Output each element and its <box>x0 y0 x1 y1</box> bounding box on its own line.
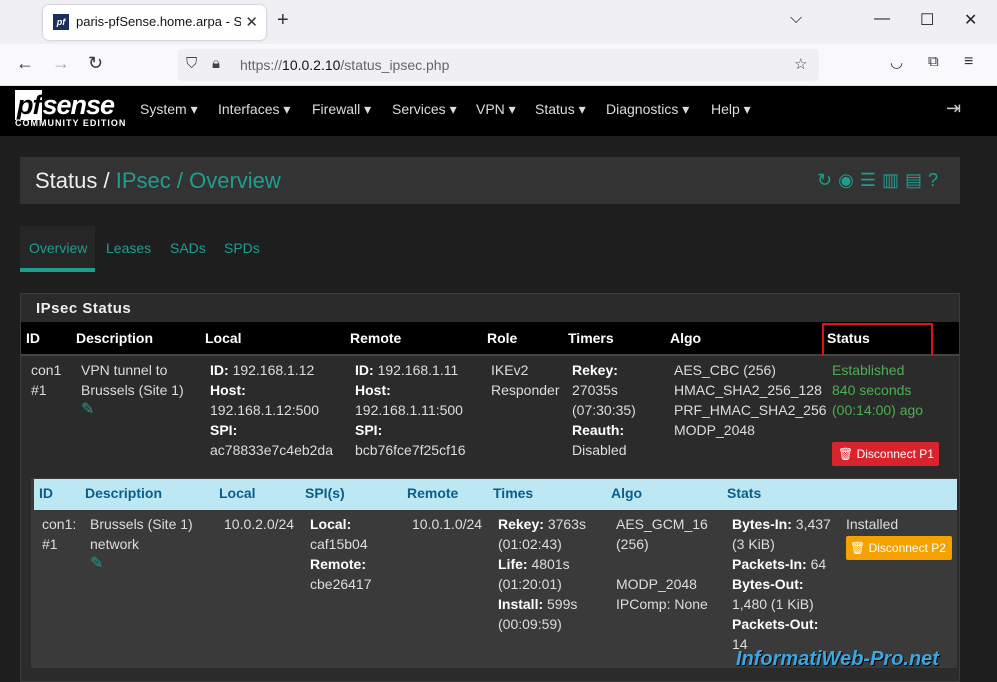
shield-icon[interactable]: ⛉ <box>186 55 197 72</box>
pencil-edit-icon[interactable]: ✎ <box>81 400 184 420</box>
tab-leases[interactable]: Leases <box>106 240 151 256</box>
p2-spi: Local: caf15b04 Remote: cbe26417 <box>310 516 372 592</box>
back-icon[interactable]: ← <box>16 53 34 74</box>
browser-tab[interactable]: pf paris-pfSense.home.arpa - Status ✕ <box>43 5 266 40</box>
p1-description: VPN tunnel to Brussels (Site 1) ✎ <box>81 362 184 420</box>
tab-active-indicator <box>20 268 95 272</box>
menu-diagnostics[interactable]: Diagnostics ▾ <box>606 101 689 118</box>
p2-table-header: ID Description Local SPI(s) Remote Times… <box>34 479 957 510</box>
ipsec-status-panel: IPsec Status ID Description Local Remote… <box>20 293 960 682</box>
minimize-icon[interactable]: — <box>874 10 890 28</box>
browser-tab-title: paris-pfSense.home.arpa - Status <box>76 14 241 29</box>
p2-remote: 10.0.1.0/24 <box>412 516 483 532</box>
menu-system[interactable]: System ▾ <box>140 101 198 118</box>
tab-sads[interactable]: SADs <box>170 240 206 256</box>
col-local: Local <box>205 330 242 346</box>
p2-description: Brussels (Site 1) network ✎ <box>90 516 193 574</box>
bookmark-star-icon[interactable]: ☆ <box>794 55 807 73</box>
p1-table-header: ID Description Local Remote Role Timers … <box>21 322 959 356</box>
disconnect-p2-button[interactable]: 🗑︎ Disconnect P2 <box>846 536 952 560</box>
pfsense-logo[interactable]: pfsense COMMUNITY EDITION <box>15 90 126 128</box>
p2-id: con1: #1 <box>42 516 77 552</box>
p1-timers: Rekey: 27035s (07:30:35) Reauth: Disable… <box>572 362 636 458</box>
maximize-icon[interactable]: ☐ <box>920 10 934 30</box>
panel-title: IPsec Status <box>36 300 132 317</box>
settings-sliders-icon[interactable]: ☰ <box>860 170 882 190</box>
log-list-icon[interactable]: ▤ <box>905 170 928 190</box>
url-bar[interactable]: ⛉ 🔒︎ https://10.0.2.10/status_ipsec.php … <box>178 49 819 81</box>
menu-services[interactable]: Services ▾ <box>392 101 457 118</box>
main-content: Status / IPsec / Overview ↻◉☰▥▤? Overvie… <box>0 136 997 682</box>
p1-id: con1 #1 <box>31 362 62 398</box>
help-icon[interactable]: ? <box>928 170 944 190</box>
p1-local: ID: 192.168.1.12 Host: 192.168.1.12:500 … <box>210 362 334 458</box>
breadcrumb-status: Status / <box>35 168 110 193</box>
url-text[interactable]: https://10.0.2.10/status_ipsec.php <box>240 57 449 73</box>
browser-nav-bar: ← → ↻ ⛉ 🔒︎ https://10.0.2.10/status_ipse… <box>0 44 997 86</box>
p1-remote: ID: 192.168.1.11 Host: 192.168.1.11:500 … <box>355 362 466 458</box>
close-window-icon[interactable]: ✕ <box>964 10 977 30</box>
reload-icon[interactable]: ↻ <box>88 53 103 74</box>
breadcrumb-actions: ↻◉☰▥▤? <box>817 170 944 191</box>
menu-interfaces[interactable]: Interfaces ▾ <box>218 101 290 118</box>
col-role: Role <box>487 330 518 346</box>
pencil-edit-icon[interactable]: ✎ <box>90 554 193 574</box>
disconnect-p1-button[interactable]: 🗑︎ Disconnect P1 <box>832 442 939 466</box>
new-tab-icon[interactable]: + <box>277 9 289 32</box>
p2-algo: AES_GCM_16 (256) MODP_2048 IPComp: None <box>616 516 708 612</box>
col-remote: Remote <box>350 330 402 346</box>
extensions-icon[interactable]: ⧉ <box>928 53 939 70</box>
col-algo: Algo <box>670 330 702 346</box>
breadcrumb: Status / IPsec / Overview ↻◉☰▥▤? <box>20 157 960 204</box>
p1-table-row: con1 #1 VPN tunnel to Brussels (Site 1) ✎ … <box>21 356 959 476</box>
trash-icon: 🗑︎ <box>850 541 866 555</box>
p2-table: ID Description Local SPI(s) Remote Times… <box>31 478 957 668</box>
refresh-icon[interactable]: ↻ <box>817 170 838 190</box>
pfsense-navbar: pfsense COMMUNITY EDITION System ▾ Inter… <box>0 86 997 136</box>
col-description: Description <box>76 330 154 346</box>
menu-hamburger-icon[interactable]: ≡ <box>964 53 973 71</box>
pocket-icon[interactable]: ◡ <box>890 53 903 71</box>
menu-vpn[interactable]: VPN ▾ <box>476 101 516 118</box>
forward-icon[interactable]: → <box>52 53 70 74</box>
tab-list-chevron-icon[interactable]: ⌵ <box>790 10 802 28</box>
tab-spds[interactable]: SPDs <box>224 240 260 256</box>
watermark-text: InformatiWeb-Pro.net <box>736 648 939 670</box>
p2-times: Rekey: 3763s (01:02:43) Life: 4801s (01:… <box>498 516 586 632</box>
p2-local: 10.0.2.0/24 <box>224 516 295 532</box>
breadcrumb-ipsec[interactable]: IPsec / <box>116 168 183 193</box>
close-tab-icon[interactable]: ✕ <box>245 13 258 31</box>
lock-icon[interactable]: 🔒︎ <box>212 55 220 72</box>
p2-table-row: con1: #1 Brussels (Site 1) network ✎ 10.0.… <box>34 510 957 668</box>
col-id: ID <box>26 330 40 346</box>
menu-firewall[interactable]: Firewall ▾ <box>312 101 371 118</box>
col-timers: Timers <box>568 330 614 346</box>
stop-icon[interactable]: ◉ <box>838 170 860 190</box>
chart-icon[interactable]: ▥ <box>882 170 905 190</box>
p1-algo: AES_CBC (256) HMAC_SHA2_256_128 PRF_HMAC_S… <box>674 362 827 438</box>
p1-role: IKEv2 Responder <box>491 362 560 398</box>
pfsense-favicon-icon: pf <box>53 14 69 30</box>
tab-overview[interactable]: Overview <box>29 240 87 256</box>
p2-stats: Bytes-In: 3,437 (3 KiB) Packets-In: 64 B… <box>732 516 831 652</box>
menu-status[interactable]: Status ▾ <box>535 101 586 118</box>
p1-status: Established 840 seconds (00:14:00) ago <box>832 362 924 418</box>
menu-help[interactable]: Help ▾ <box>711 101 751 118</box>
logout-icon[interactable]: ⇥ <box>946 98 961 119</box>
browser-tab-bar: pf paris-pfSense.home.arpa - Status ✕ + … <box>0 0 997 44</box>
trash-icon: 🗑︎ <box>838 447 854 461</box>
p2-status: Installed <box>846 516 899 532</box>
breadcrumb-overview[interactable]: Overview <box>189 168 281 193</box>
